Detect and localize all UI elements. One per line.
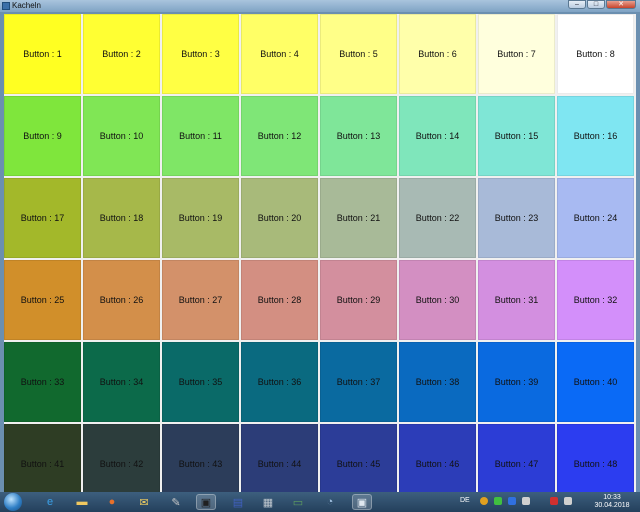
tile-button-47[interactable]: Button : 47 bbox=[478, 424, 555, 492]
tile-button-26[interactable]: Button : 26 bbox=[83, 260, 160, 340]
tile-button-14[interactable]: Button : 14 bbox=[399, 96, 476, 176]
close-button[interactable]: ✕ bbox=[606, 0, 636, 9]
explorer-folder-icon[interactable]: ▬ bbox=[72, 494, 92, 510]
clock-date: 30.04.2018 bbox=[594, 502, 630, 509]
system-tray: DE 10:33 30.04.2018 bbox=[460, 492, 640, 512]
tile-button-3[interactable]: Button : 3 bbox=[162, 14, 239, 94]
tile-button-43[interactable]: Button : 43 bbox=[162, 424, 239, 492]
volume-icon[interactable] bbox=[522, 497, 530, 505]
tile-button-8[interactable]: Button : 8 bbox=[557, 14, 634, 94]
tile-button-2[interactable]: Button : 2 bbox=[83, 14, 160, 94]
tile-button-30[interactable]: Button : 30 bbox=[399, 260, 476, 340]
tile-button-15[interactable]: Button : 15 bbox=[478, 96, 555, 176]
security-icon[interactable] bbox=[550, 497, 558, 505]
console-icon[interactable]: ▣ bbox=[196, 494, 216, 510]
tile-button-28[interactable]: Button : 28 bbox=[241, 260, 318, 340]
tile-button-32[interactable]: Button : 32 bbox=[557, 260, 634, 340]
tile-button-24[interactable]: Button : 24 bbox=[557, 178, 634, 258]
bluetooth-icon[interactable] bbox=[508, 497, 516, 505]
tile-button-41[interactable]: Button : 41 bbox=[4, 424, 81, 492]
tile-button-7[interactable]: Button : 7 bbox=[478, 14, 555, 94]
start-button[interactable] bbox=[4, 493, 22, 511]
tile-button-40[interactable]: Button : 40 bbox=[557, 342, 634, 422]
tile-button-35[interactable]: Button : 35 bbox=[162, 342, 239, 422]
tile-button-38[interactable]: Button : 38 bbox=[399, 342, 476, 422]
tile-button-39[interactable]: Button : 39 bbox=[478, 342, 555, 422]
search-icon[interactable] bbox=[480, 497, 488, 505]
tile-button-44[interactable]: Button : 44 bbox=[241, 424, 318, 492]
window-controls: – □ ✕ bbox=[568, 0, 636, 10]
app-icon bbox=[2, 2, 10, 10]
tile-button-13[interactable]: Button : 13 bbox=[320, 96, 397, 176]
window-app-icon[interactable]: ▣ bbox=[352, 494, 372, 510]
clock-time: 10:33 bbox=[603, 494, 621, 501]
tool-icon[interactable]: ✎ bbox=[166, 494, 186, 510]
network-icon[interactable] bbox=[494, 497, 502, 505]
tile-button-22[interactable]: Button : 22 bbox=[399, 178, 476, 258]
tile-button-23[interactable]: Button : 23 bbox=[478, 178, 555, 258]
tile-button-29[interactable]: Button : 29 bbox=[320, 260, 397, 340]
tile-button-18[interactable]: Button : 18 bbox=[83, 178, 160, 258]
tile-button-17[interactable]: Button : 17 bbox=[4, 178, 81, 258]
tile-button-46[interactable]: Button : 46 bbox=[399, 424, 476, 492]
tile-button-16[interactable]: Button : 16 bbox=[557, 96, 634, 176]
taskbar: e ▬ ● ✉ ✎ ▣ ▤ ▦ ▭ ◔ ▣ DE 10:33 30.04.2018 bbox=[0, 492, 640, 512]
tile-button-5[interactable]: Button : 5 bbox=[320, 14, 397, 94]
tile-button-33[interactable]: Button : 33 bbox=[4, 342, 81, 422]
tile-button-6[interactable]: Button : 6 bbox=[399, 14, 476, 94]
maximize-button[interactable]: □ bbox=[587, 0, 605, 9]
tile-button-37[interactable]: Button : 37 bbox=[320, 342, 397, 422]
language-indicator[interactable]: DE bbox=[460, 497, 470, 504]
tile-button-48[interactable]: Button : 48 bbox=[557, 424, 634, 492]
battery-icon[interactable] bbox=[564, 497, 572, 505]
tile-button-34[interactable]: Button : 34 bbox=[83, 342, 160, 422]
tile-button-19[interactable]: Button : 19 bbox=[162, 178, 239, 258]
tile-button-31[interactable]: Button : 31 bbox=[478, 260, 555, 340]
tile-window-client: Button : 1 Button : 2 Button : 3 Button : 4… bbox=[4, 14, 636, 492]
save-disk-icon[interactable]: ▤ bbox=[228, 494, 248, 510]
tile-button-9[interactable]: Button : 9 bbox=[4, 96, 81, 176]
tile-button-42[interactable]: Button : 42 bbox=[83, 424, 160, 492]
media-icon[interactable]: ◔ bbox=[320, 494, 340, 510]
tile-button-25[interactable]: Button : 25 bbox=[4, 260, 81, 340]
tile-button-10[interactable]: Button : 10 bbox=[83, 96, 160, 176]
mail-icon[interactable]: ✉ bbox=[134, 494, 154, 510]
monitor-icon[interactable]: ▭ bbox=[288, 494, 308, 510]
tile-button-1[interactable]: Button : 1 bbox=[4, 14, 81, 94]
tile-button-21[interactable]: Button : 21 bbox=[320, 178, 397, 258]
server-icon[interactable]: ▦ bbox=[258, 494, 278, 510]
ie-icon[interactable]: e bbox=[40, 494, 60, 510]
window-titlebar[interactable]: Kacheln – □ ✕ bbox=[0, 0, 640, 12]
tile-grid: Button : 1 Button : 2 Button : 3 Button : 4… bbox=[4, 14, 634, 492]
clock[interactable]: 10:33 30.04.2018 bbox=[592, 494, 632, 510]
tile-button-12[interactable]: Button : 12 bbox=[241, 96, 318, 176]
tile-button-11[interactable]: Button : 11 bbox=[162, 96, 239, 176]
tile-button-36[interactable]: Button : 36 bbox=[241, 342, 318, 422]
tile-button-27[interactable]: Button : 27 bbox=[162, 260, 239, 340]
window-title: Kacheln bbox=[12, 1, 41, 10]
firefox-icon[interactable]: ● bbox=[102, 494, 122, 510]
tile-button-4[interactable]: Button : 4 bbox=[241, 14, 318, 94]
tile-button-20[interactable]: Button : 20 bbox=[241, 178, 318, 258]
tile-button-45[interactable]: Button : 45 bbox=[320, 424, 397, 492]
minimize-button[interactable]: – bbox=[568, 0, 586, 9]
